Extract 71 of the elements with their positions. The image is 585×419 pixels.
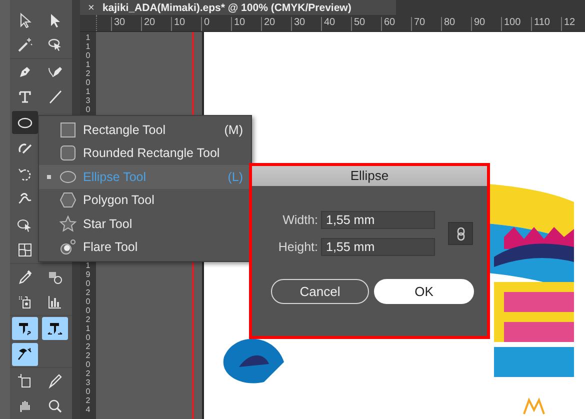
shortcut-text: (L) xyxy=(228,170,243,184)
mesh-icon xyxy=(17,242,33,258)
menu-item-label: Flare Tool xyxy=(83,240,139,254)
eyedropper-icon xyxy=(17,268,33,285)
hexagon-icon xyxy=(59,191,77,210)
bar-graph-icon xyxy=(47,294,63,310)
menu-item-label: Ellipse Tool xyxy=(83,170,148,184)
menu-item-label: Star Tool xyxy=(83,216,134,231)
ruler-label: 20 xyxy=(261,17,291,31)
flare-icon xyxy=(59,238,77,256)
ruler-label: 60 xyxy=(381,17,411,31)
ruler-label: 12 xyxy=(561,17,585,31)
input-field[interactable]: 1,55 mm xyxy=(321,211,435,229)
ruler-label: 80 xyxy=(441,17,471,31)
shape-builder-icon xyxy=(17,216,33,233)
tool-button[interactable] xyxy=(12,111,38,134)
zoom-icon xyxy=(47,398,63,414)
ruler-label: 120 xyxy=(84,61,92,88)
ruler-label: 70 xyxy=(411,17,441,31)
ruler-label: 30 xyxy=(111,17,141,31)
star-icon xyxy=(59,214,77,233)
ruler-label: 0 xyxy=(201,17,231,31)
constrain-link-button[interactable] xyxy=(448,222,473,245)
menu-item-label: Rounded Rectangle Tool xyxy=(83,146,221,160)
close-icon[interactable]: × xyxy=(88,2,94,14)
tool-button[interactable] xyxy=(12,342,38,366)
document-tab[interactable]: × kajiki_ADA(Mimaki).eps* @ 100% (CMYK/Preview) xyxy=(80,0,396,15)
tool-button[interactable] xyxy=(42,317,68,340)
ruler-label: 24 xyxy=(84,397,92,416)
menu-item-label: Polygon Tool xyxy=(83,193,156,208)
selected-bullet xyxy=(47,174,51,179)
link-icon xyxy=(456,226,464,240)
input-field[interactable]: 1,55 mm xyxy=(321,238,435,256)
menu-item[interactable]: Polygon Tool xyxy=(39,188,251,212)
ruler-label: 40 xyxy=(321,17,351,31)
ruler-label: 10 xyxy=(231,17,261,31)
menu-item[interactable]: Rectangle Tool (M) xyxy=(39,118,251,142)
ruler-label: 110 xyxy=(84,34,92,61)
ruler-label: 230 xyxy=(84,370,92,397)
ruler-label: 110 xyxy=(531,17,561,31)
lasso-icon xyxy=(47,37,63,54)
ruler-label: 220 xyxy=(84,343,92,370)
menu-item-label: Rectangle Tool xyxy=(83,122,166,137)
tool-button[interactable] xyxy=(12,317,38,340)
ruler-label: 30 xyxy=(291,17,321,31)
ruler-label: 100 xyxy=(501,17,531,31)
menu-item[interactable]: Rounded Rectangle Tool xyxy=(39,142,251,165)
rounded-rectangle-icon xyxy=(59,144,77,162)
ruler-label: 130 xyxy=(84,88,92,115)
ruler-label: 10 xyxy=(171,17,201,31)
field-label: Width: xyxy=(282,213,318,227)
menu-item[interactable]: Flare Tool xyxy=(39,236,251,259)
ruler-label: 90 xyxy=(471,17,501,31)
shortcut-text: (M) xyxy=(224,122,243,137)
document-title: kajiki_ADA(Mimaki).eps* @ 100% (CMYK/Preview) xyxy=(102,2,352,14)
ruler-label: 200 xyxy=(84,289,92,316)
ruler-label: 50 xyxy=(351,17,381,31)
ok-button[interactable]: OK xyxy=(374,279,474,304)
ruler-label: 190 xyxy=(84,262,92,289)
wand-icon xyxy=(17,37,33,54)
spray-can-icon xyxy=(17,294,33,310)
menu-item[interactable]: Star Tool xyxy=(39,212,251,236)
cancel-button[interactable]: Cancel xyxy=(271,279,369,304)
dialog-title: Ellipse xyxy=(252,166,487,186)
ruler-label: 20 xyxy=(141,17,171,31)
ruler-label: 210 xyxy=(84,316,92,343)
type-icon xyxy=(17,89,33,106)
artboard-icon xyxy=(17,372,33,389)
rectangle-icon xyxy=(59,120,77,139)
line-icon xyxy=(47,89,63,106)
field-label: Height: xyxy=(278,240,318,254)
